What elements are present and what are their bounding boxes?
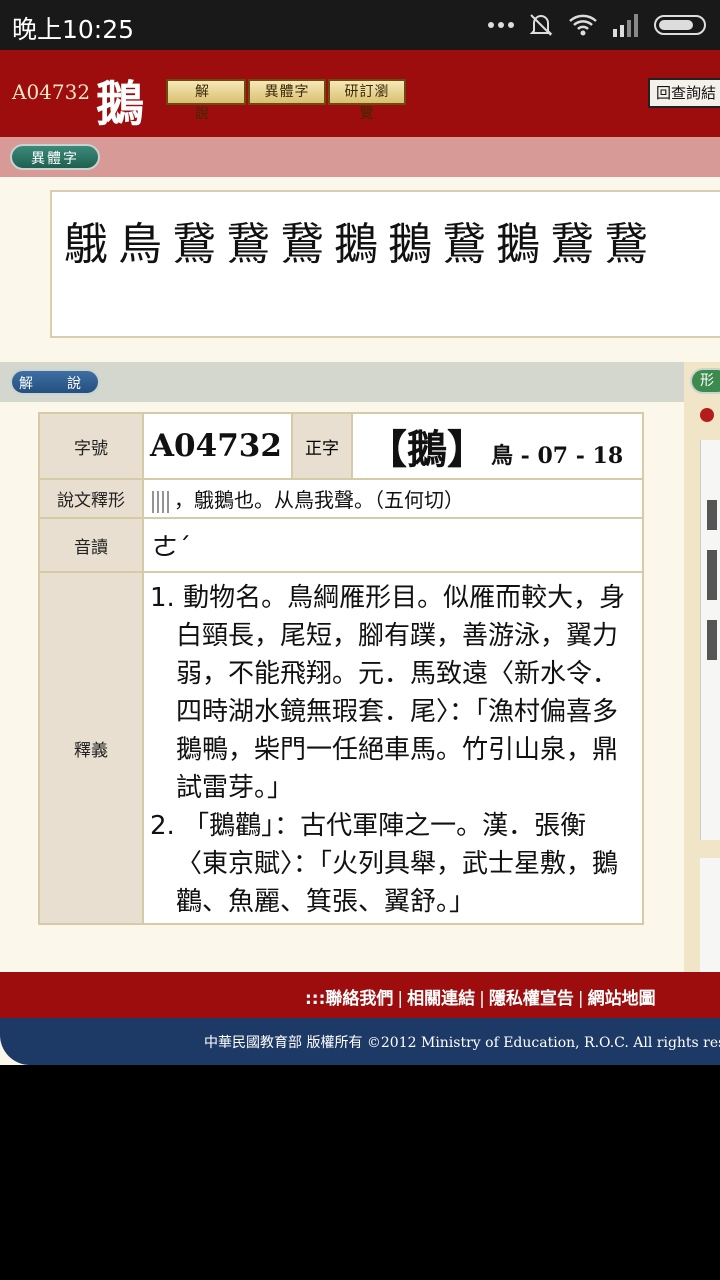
header-tabs: 解 說 異體字 研訂瀏覽 [166, 79, 406, 122]
dictionary-page: A04732 鵝 解 說 異體字 研訂瀏覽 回查詢結 異體字 䳘 鳥 鵞 鵞 鵞… [0, 50, 720, 1065]
zhengzi-cell: 【鵝】鳥 - 07 - 18 [351, 412, 644, 480]
character-info-table: 字號 A04732 正字 【鵝】鳥 - 07 - 18 說文釋形 ，䳘鵝也。从鳥… [38, 412, 644, 925]
header-code: A04732 [12, 80, 91, 104]
zhengzi-label: 正字 [291, 412, 353, 480]
battery-icon [654, 15, 706, 35]
variant-char[interactable]: 䳘 [64, 208, 108, 272]
variant-char[interactable]: 鵞 [550, 208, 594, 272]
copyright-text: 中華民國教育部 版權所有 ©2012 Ministry of Education… [204, 1035, 720, 1051]
header-character: 鵝 [96, 76, 145, 132]
definition-item: 1. 動物名。鳥綱雁形目。似雁而較大，身白頸長，尾短，腳有蹼，善游泳，翼力弱，不… [150, 583, 626, 803]
form-tab[interactable]: 形 [690, 368, 720, 394]
yindu-label: 音讀 [38, 517, 144, 573]
variant-char[interactable]: 鳥 [118, 208, 162, 272]
variant-char[interactable]: 鵝 [334, 208, 378, 272]
definition-item: 2. 「鵝鸛」：古代軍陣之一。漢．張衡〈東京賦〉：「火列具舉，武士星敷，鵝鸛、魚… [150, 811, 619, 917]
page-header: A04732 鵝 解 說 異體字 研訂瀏覽 回查詢結 [0, 50, 720, 137]
footer-link-related[interactable]: 相關連結 [407, 989, 475, 1009]
explanation-section-label[interactable]: 解 說 [10, 369, 100, 395]
signal-icon [613, 14, 638, 37]
shuowen-cell: ，䳘鵝也。从鳥我聲。（五何切） [142, 478, 644, 519]
wifi-icon [569, 14, 597, 36]
footer-link-sitemap[interactable]: 網站地圖 [588, 989, 656, 1009]
footer-copyright-bar: 中華民國教育部 版權所有 ©2012 Ministry of Education… [0, 1018, 720, 1065]
variant-char[interactable]: 鵞 [604, 208, 648, 272]
tab-variants[interactable]: 異體字 [248, 79, 326, 105]
tab-explanation[interactable]: 解 說 [166, 79, 246, 122]
zhengzi-radical: 鳥 - 07 - 18 [491, 443, 624, 469]
variant-char[interactable]: 鵝 [388, 208, 432, 272]
variant-section-bar: 異體字 [0, 137, 720, 177]
shiyi-label: 釋義 [38, 571, 144, 925]
shuowen-label: 說文釋形 [38, 478, 144, 519]
variant-char[interactable]: 鵞 [172, 208, 216, 272]
variant-char[interactable]: 鵞 [442, 208, 486, 272]
mute-vibrate-icon [529, 14, 553, 36]
shiyi-cell: 1. 動物名。鳥綱雁形目。似雁而較大，身白頸長，尾短，腳有蹼，善游泳，翼力弱，不… [142, 571, 644, 925]
more-notifications-icon [488, 22, 514, 28]
scanned-page-image [700, 440, 720, 840]
variant-char[interactable]: 鵞 [280, 208, 324, 272]
id-label: 字號 [38, 412, 144, 480]
variant-char[interactable]: 鵝 [496, 208, 540, 272]
seal-stamp-icon [700, 408, 714, 422]
id-value: A04732 [142, 412, 293, 480]
status-time: 晚上10:25 [12, 15, 135, 44]
seal-script-glyph-icon [152, 490, 170, 513]
shuowen-text: ，䳘鵝也。从鳥我聲。（五何切） [174, 488, 464, 512]
footer-links-bar: :::聯絡我們 | 相關連結 | 隱私權宣告 | 網站地圖 [0, 972, 720, 1018]
status-icons [488, 12, 706, 38]
scanned-page-image-2 [700, 858, 720, 972]
yindu-value: ㄜˊ [142, 517, 644, 573]
variant-section-label[interactable]: 異體字 [10, 144, 100, 170]
footer-link-privacy[interactable]: 隱私權宣告 [489, 989, 574, 1009]
explanation-section-bar: 解 說 [0, 362, 720, 402]
variant-char[interactable]: 鵞 [226, 208, 270, 272]
variant-list: 䳘 鳥 鵞 鵞 鵞 鵝 鵝 鵞 鵝 鵞 鵞 [50, 190, 720, 338]
glyph-form-panel: 形 [684, 362, 720, 972]
footer-link-contact[interactable]: :::聯絡我們 [305, 989, 393, 1009]
back-to-results-button[interactable]: 回查詢結 [648, 78, 720, 108]
tab-research[interactable]: 研訂瀏覽 [328, 79, 406, 122]
status-bar: 晚上10:25 [0, 0, 720, 50]
footer-links: :::聯絡我們 | 相關連結 | 隱私權宣告 | 網站地圖 [305, 989, 656, 1009]
zhengzi-char: 【鵝】 [367, 426, 487, 473]
